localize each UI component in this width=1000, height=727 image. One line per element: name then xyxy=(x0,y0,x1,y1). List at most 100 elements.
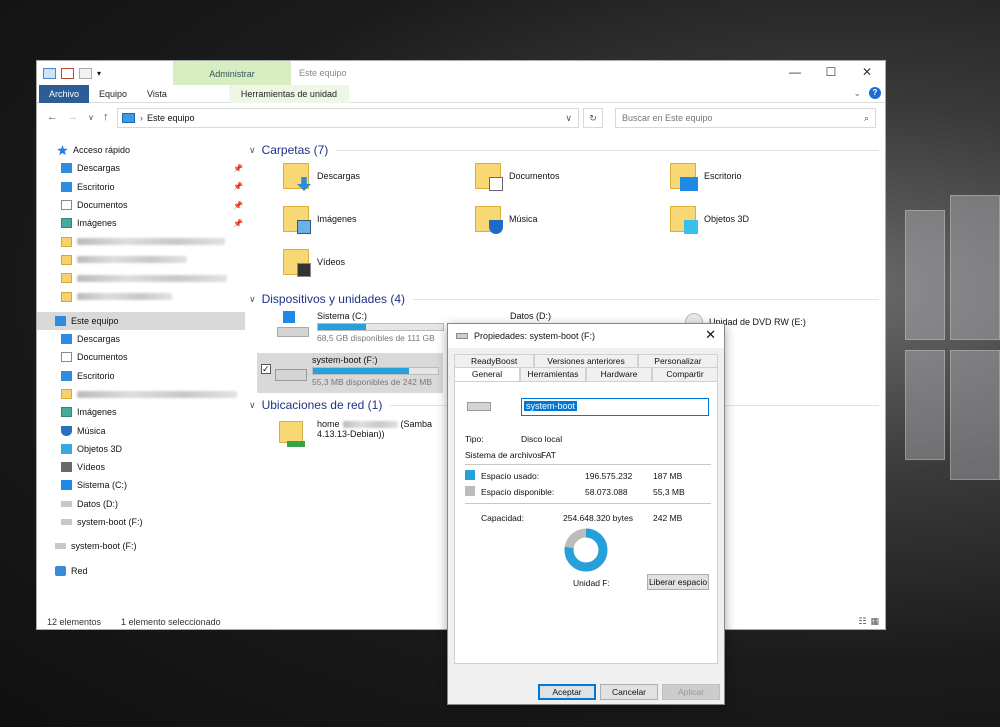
drive-icon xyxy=(274,355,307,383)
drive-icon xyxy=(61,519,72,526)
sidebar-item-label: Vídeos xyxy=(77,462,106,473)
wallpaper-pane xyxy=(905,350,945,460)
tab-readyboost[interactable]: ReadyBoost xyxy=(454,354,535,368)
tab-previous-versions[interactable]: Versiones anteriores xyxy=(534,354,638,368)
apply-button[interactable]: Aplicar xyxy=(662,684,720,700)
pin-icon[interactable]: 📌 xyxy=(233,182,243,191)
refresh-icon[interactable]: ↻ xyxy=(583,108,603,128)
filesystem-value: FAT xyxy=(541,450,556,460)
chevron-down-icon[interactable]: ∨ xyxy=(249,294,256,305)
pin-icon[interactable]: 📌 xyxy=(233,201,243,210)
minimize-button[interactable]: — xyxy=(777,61,813,83)
sidebar-item-quick-access[interactable]: Acceso rápido xyxy=(37,141,245,159)
sidebar-item-drive-d[interactable]: Datos (D:) xyxy=(37,495,245,513)
tab-tools[interactable]: Herramientas xyxy=(520,367,586,381)
sidebar-item-videos[interactable]: Vídeos xyxy=(37,458,245,476)
pin-icon[interactable]: 📌 xyxy=(233,164,243,173)
expand-ribbon-icon[interactable]: ⌄ xyxy=(853,88,861,99)
navigation-pane: Acceso rápido Descargas 📌 Escritorio 📌 D… xyxy=(37,141,245,611)
tab-file[interactable]: Archivo xyxy=(39,84,90,103)
folder-tile-desktop[interactable]: Escritorio xyxy=(670,163,742,191)
group-header-folders[interactable]: ∨ Carpetas (7) xyxy=(249,143,879,157)
sidebar-item-desktop[interactable]: Escritorio xyxy=(37,367,245,385)
sidebar-item-network[interactable]: Red xyxy=(37,562,245,580)
group-header-devices[interactable]: ∨ Dispositivos y unidades (4) xyxy=(249,292,879,306)
sidebar-item-label: Descargas xyxy=(77,163,121,174)
sidebar-item-pictures[interactable]: Imágenes 📌 xyxy=(37,214,245,232)
tab-hardware[interactable]: Hardware xyxy=(586,367,652,381)
sidebar-item-drive-c[interactable]: Sistema (C:) xyxy=(37,476,245,494)
sidebar-item-redacted[interactable] xyxy=(37,269,245,287)
windows-drive-icon xyxy=(277,311,309,339)
disk-cleanup-button[interactable]: Liberar espacio xyxy=(647,574,709,590)
folder-tile-documents[interactable]: Documentos xyxy=(475,163,560,191)
sidebar-item-music[interactable]: Música xyxy=(37,421,245,439)
folder-tile-downloads[interactable]: Descargas xyxy=(283,163,360,191)
drive-tile-f[interactable]: ✓ system-boot (F:) 55,3 MB disponibles d… xyxy=(257,353,443,393)
sidebar-item-redacted[interactable] xyxy=(37,385,245,403)
sidebar-item-3d-objects[interactable]: Objetos 3D xyxy=(37,440,245,458)
drive-tile-d[interactable]: Datos (D:) xyxy=(510,311,551,321)
video-icon xyxy=(61,462,72,473)
details-view-icon[interactable]: ☷ xyxy=(858,616,866,627)
redacted-label xyxy=(342,420,398,428)
up-arrow-icon[interactable]: ↑ xyxy=(103,111,109,123)
network-badge xyxy=(287,441,305,447)
sidebar-item-redacted[interactable] xyxy=(37,251,245,269)
tab-customize[interactable]: Personalizar xyxy=(637,354,719,368)
sidebar-item-downloads[interactable]: Descargas 📌 xyxy=(37,159,245,177)
context-tab-manage[interactable]: Administrar xyxy=(173,61,291,85)
free-space-size: 55,3 MB xyxy=(653,487,685,497)
customize-qat-icon[interactable]: ▾ xyxy=(97,69,101,78)
sidebar-item-this-pc[interactable]: Este equipo xyxy=(37,311,245,330)
sidebar-item-label: Escritorio xyxy=(77,181,115,192)
folder-tile-pictures[interactable]: Imágenes xyxy=(283,206,357,234)
sidebar-item-removable-f[interactable]: system-boot (F:) xyxy=(37,537,245,555)
pin-icon[interactable]: 📌 xyxy=(233,219,243,228)
address-dropdown-icon[interactable]: ∨ xyxy=(565,113,572,124)
maximize-button[interactable]: ☐ xyxy=(813,61,849,83)
folder-tile-3d-objects[interactable]: Objetos 3D xyxy=(670,206,749,234)
tab-general[interactable]: General xyxy=(454,367,520,381)
drive-name: Datos (D:) xyxy=(510,311,552,321)
help-icon[interactable]: ? xyxy=(869,87,881,99)
sidebar-item-documents[interactable]: Documentos xyxy=(37,348,245,366)
sidebar-item-pictures[interactable]: Imágenes xyxy=(37,403,245,421)
close-icon[interactable]: ✕ xyxy=(705,327,716,343)
sidebar-item-redacted[interactable] xyxy=(37,232,245,250)
properties-icon[interactable] xyxy=(61,67,74,79)
tab-view[interactable]: Vista xyxy=(137,85,177,103)
address-bar[interactable]: › Este equipo ∨ xyxy=(117,108,579,128)
close-button[interactable]: ✕ xyxy=(849,61,885,83)
cancel-button[interactable]: Cancelar xyxy=(600,684,658,700)
redacted-label xyxy=(77,238,225,246)
search-input[interactable]: Buscar en Este equipo ⌕ xyxy=(615,108,876,128)
forward-arrow-icon[interactable]: → xyxy=(67,111,78,123)
tab-computer[interactable]: Equipo xyxy=(89,85,137,103)
back-arrow-icon[interactable]: ← xyxy=(47,111,58,123)
computer-icon xyxy=(122,113,135,123)
tab-sharing[interactable]: Compartir xyxy=(652,367,718,381)
breadcrumb[interactable]: Este equipo xyxy=(147,113,195,123)
new-folder-icon[interactable] xyxy=(79,67,92,79)
chevron-down-icon[interactable]: ∨ xyxy=(249,400,256,411)
folder-tile-music[interactable]: Música xyxy=(475,206,538,234)
sidebar-item-desktop[interactable]: Escritorio 📌 xyxy=(37,178,245,196)
sidebar-item-drive-f[interactable]: system-boot (F:) xyxy=(37,513,245,531)
ok-button[interactable]: Aceptar xyxy=(538,684,596,700)
tab-drive-tools[interactable]: Herramientas de unidad xyxy=(228,84,349,103)
tiles-view-icon[interactable]: ▦ xyxy=(870,616,879,627)
network-location-tile[interactable]: home (Samba 4.13.13-Debian)) xyxy=(277,419,432,447)
sidebar-item-label: Objetos 3D xyxy=(77,443,123,454)
group-title: Carpetas (7) xyxy=(261,143,329,157)
sidebar-item-documents[interactable]: Documentos 📌 xyxy=(37,196,245,214)
drive-tile-c[interactable]: Sistema (C:) 68,5 GB disponibles de 111 … xyxy=(277,311,444,343)
chevron-down-icon[interactable]: ∨ xyxy=(249,145,256,156)
sidebar-item-downloads[interactable]: Descargas xyxy=(37,330,245,348)
checkbox-icon[interactable]: ✓ xyxy=(261,364,271,374)
folder-icon xyxy=(61,236,72,247)
folder-tile-videos[interactable]: Vídeos xyxy=(283,249,345,277)
volume-name-field[interactable]: system-boot xyxy=(521,398,709,416)
sidebar-item-redacted[interactable] xyxy=(37,287,245,305)
recent-locations-icon[interactable]: ∨ xyxy=(88,113,94,122)
